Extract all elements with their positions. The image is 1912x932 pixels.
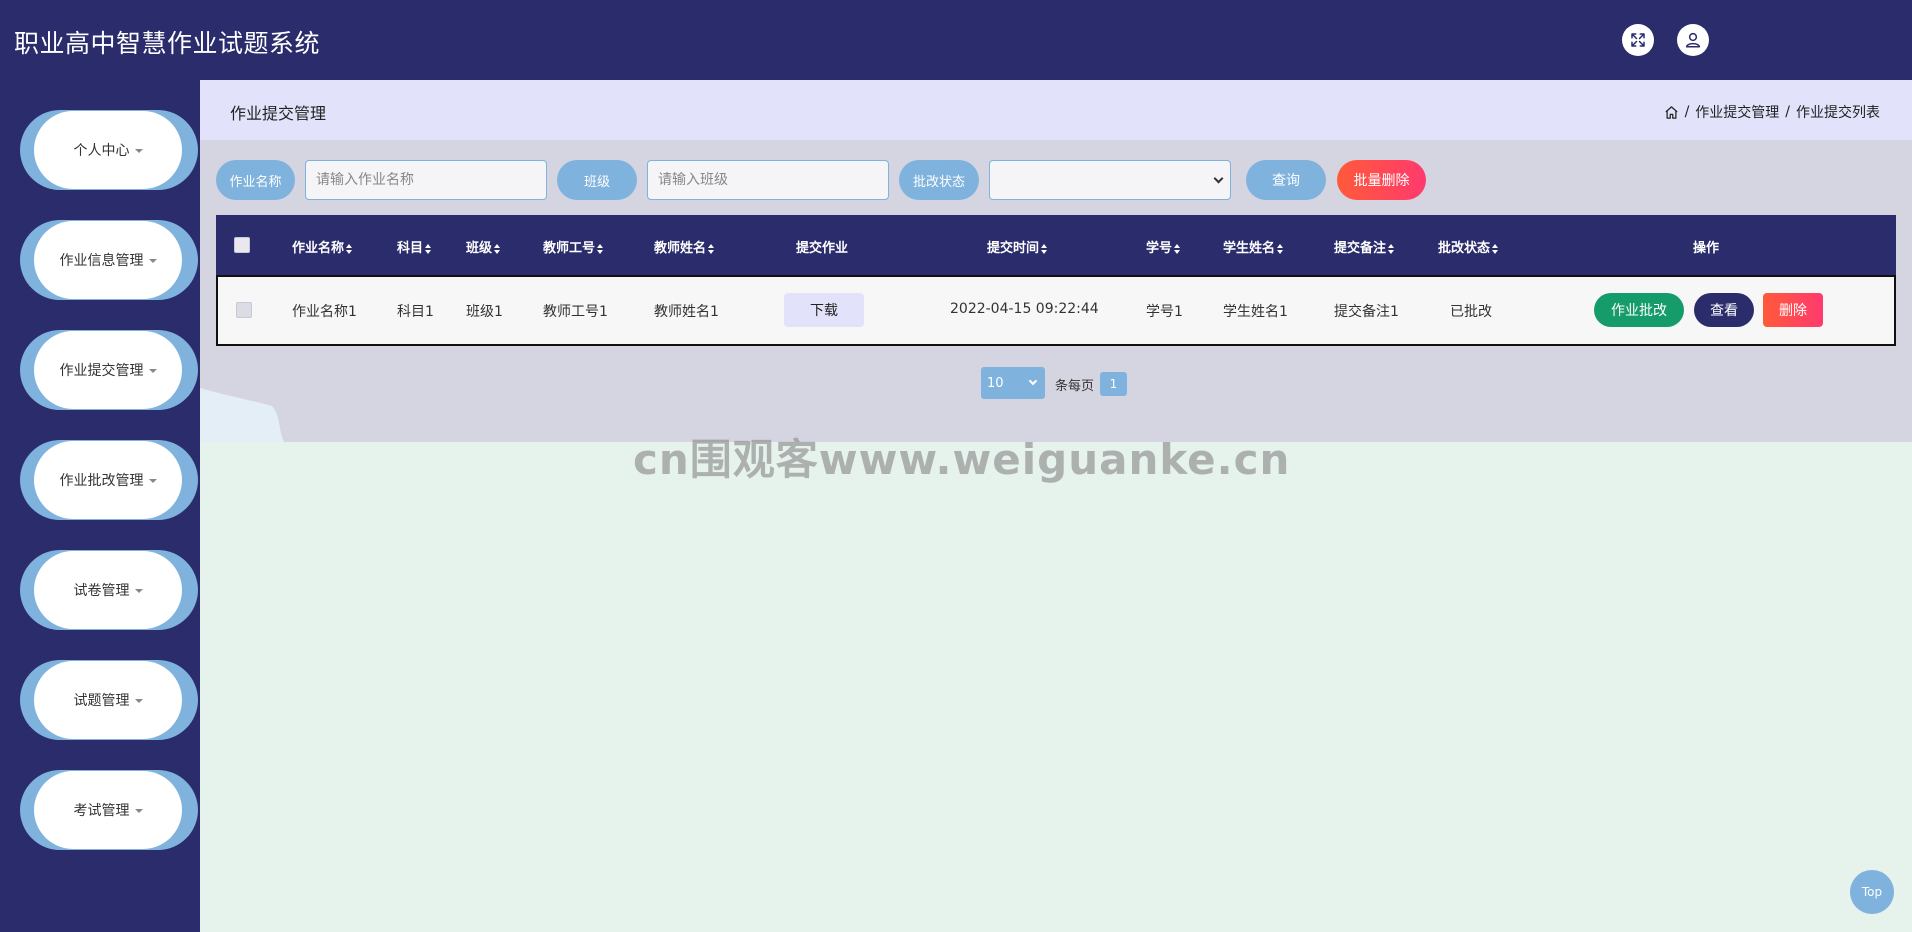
caret-down-icon [134,149,143,153]
sort-icon [1277,243,1284,254]
app-title: 职业高中智慧作业试题系统 [14,29,321,58]
sort-icon [1388,243,1395,254]
review-homework-button[interactable]: 作业批改 [1594,293,1684,327]
status-select[interactable] [989,160,1231,200]
homework-name-input[interactable] [305,160,547,200]
sort-icon [425,243,432,254]
column-header-submit-time[interactable]: 提交时间 [987,237,1048,256]
top-bar: 职业高中智慧作业试题系统 [0,0,1912,80]
fullscreen-button[interactable] [1622,24,1654,56]
caret-down-icon [148,259,157,263]
cell-student-name: 学生姓名1 [1223,304,1288,320]
decorative-wave [200,388,284,442]
caret-down-icon [134,699,143,703]
sidebar-item-exams[interactable]: 考试管理 [20,770,198,850]
column-header-teacher-id[interactable]: 教师工号 [543,237,604,256]
row-checkbox[interactable] [236,302,252,318]
cell-submit-time: 2022-04-15 09:22:44 [950,301,1099,317]
sidebar-item-homework-grading[interactable]: 作业批改管理 [20,440,198,520]
column-header-student-id[interactable]: 学号 [1146,237,1181,256]
sidebar: 个人中心 作业信息管理 作业提交管理 作业批改管理 试卷管理 试题管理 考试管理 [0,80,200,932]
status-label: 批改状态 [899,160,979,200]
sort-icon [346,243,353,254]
breadcrumb-separator: / [1785,104,1790,120]
column-header-status[interactable]: 批改状态 [1438,237,1499,256]
sidebar-item-exam-papers[interactable]: 试卷管理 [20,550,198,630]
sort-icon [494,243,501,254]
table-row: 作业名称1 科目1 班级1 教师工号1 教师姓名1 下载 2022-04-15 … [216,275,1896,346]
homework-name-label: 作业名称 [216,160,295,200]
page-size-select[interactable]: 10 [981,367,1045,399]
sidebar-item-label: 作业批改管理 [59,473,144,489]
cell-subject: 科目1 [397,304,434,320]
select-all-checkbox[interactable] [234,237,250,253]
sidebar-item-label: 作业信息管理 [59,253,144,269]
sidebar-item-questions[interactable]: 试题管理 [20,660,198,740]
cell-teacher-name: 教师姓名1 [654,304,719,320]
back-to-top-button[interactable]: Top [1850,870,1894,914]
page-title: 作业提交管理 [230,104,327,123]
sidebar-item-label: 个人中心 [73,143,130,159]
class-input[interactable] [647,160,889,200]
page-number-button[interactable]: 1 [1100,372,1127,396]
chevron-down-icon [1213,173,1224,184]
per-page-label: 条每页 [1055,379,1095,394]
caret-down-icon [134,589,143,593]
expand-icon [1631,33,1645,47]
column-header-submitted-homework: 提交作业 [796,241,849,256]
delete-button[interactable]: 删除 [1763,293,1823,327]
sort-icon [597,243,604,254]
sidebar-item-label: 考试管理 [73,803,130,819]
cell-homework-name: 作业名称1 [292,304,357,320]
query-button[interactable]: 查询 [1246,160,1326,200]
sort-icon [1041,243,1048,254]
sidebar-item-label: 试卷管理 [73,583,130,599]
column-header-student-name[interactable]: 学生姓名 [1223,237,1284,256]
caret-down-icon [134,809,143,813]
sidebar-item-label: 试题管理 [73,693,130,709]
home-icon[interactable] [1664,105,1679,120]
breadcrumb-item-submission-management[interactable]: 作业提交管理 [1695,102,1779,122]
class-label: 班级 [557,160,637,200]
column-header-homework-name[interactable]: 作业名称 [292,237,353,256]
watermark: cn围观客www.weiguanke.cn [633,435,1291,484]
sidebar-item-personal-center[interactable]: 个人中心 [20,110,198,190]
breadcrumb: / 作业提交管理 / 作业提交列表 [1664,102,1880,122]
view-button[interactable]: 查看 [1694,293,1754,327]
table-header: 作业名称 科目 班级 教师工号 教师姓名 提交作业 提交时间 学号 学生姓名 提… [216,215,1896,275]
column-header-remark[interactable]: 提交备注 [1334,237,1395,256]
cell-class: 班级1 [466,304,503,320]
cell-student-id: 学号1 [1146,304,1183,320]
column-header-actions: 操作 [1693,241,1720,256]
batch-delete-button[interactable]: 批量删除 [1337,160,1426,200]
sort-icon [1492,243,1499,254]
cell-teacher-id: 教师工号1 [543,304,608,320]
caret-down-icon [148,369,157,373]
cell-remark: 提交备注1 [1334,304,1399,320]
sidebar-item-label: 作业提交管理 [59,363,144,379]
download-button[interactable]: 下载 [784,293,864,327]
sidebar-item-homework-submission[interactable]: 作业提交管理 [20,330,198,410]
column-header-subject[interactable]: 科目 [397,237,432,256]
column-header-class[interactable]: 班级 [466,237,501,256]
chevron-down-icon [1028,376,1038,386]
column-header-teacher-name[interactable]: 教师姓名 [654,237,715,256]
sidebar-item-homework-info[interactable]: 作业信息管理 [20,220,198,300]
breadcrumb-separator: / [1684,104,1690,120]
page-size-value: 10 [987,375,1004,391]
cell-status: 已批改 [1450,304,1492,320]
user-icon [1685,32,1701,48]
sort-icon [708,243,715,254]
caret-down-icon [148,479,157,483]
breadcrumb-item-submission-list: 作业提交列表 [1796,105,1880,121]
sort-icon [1174,243,1181,254]
page-header: 作业提交管理 / 作业提交管理 / 作业提交列表 [200,80,1912,140]
user-button[interactable] [1677,24,1709,56]
